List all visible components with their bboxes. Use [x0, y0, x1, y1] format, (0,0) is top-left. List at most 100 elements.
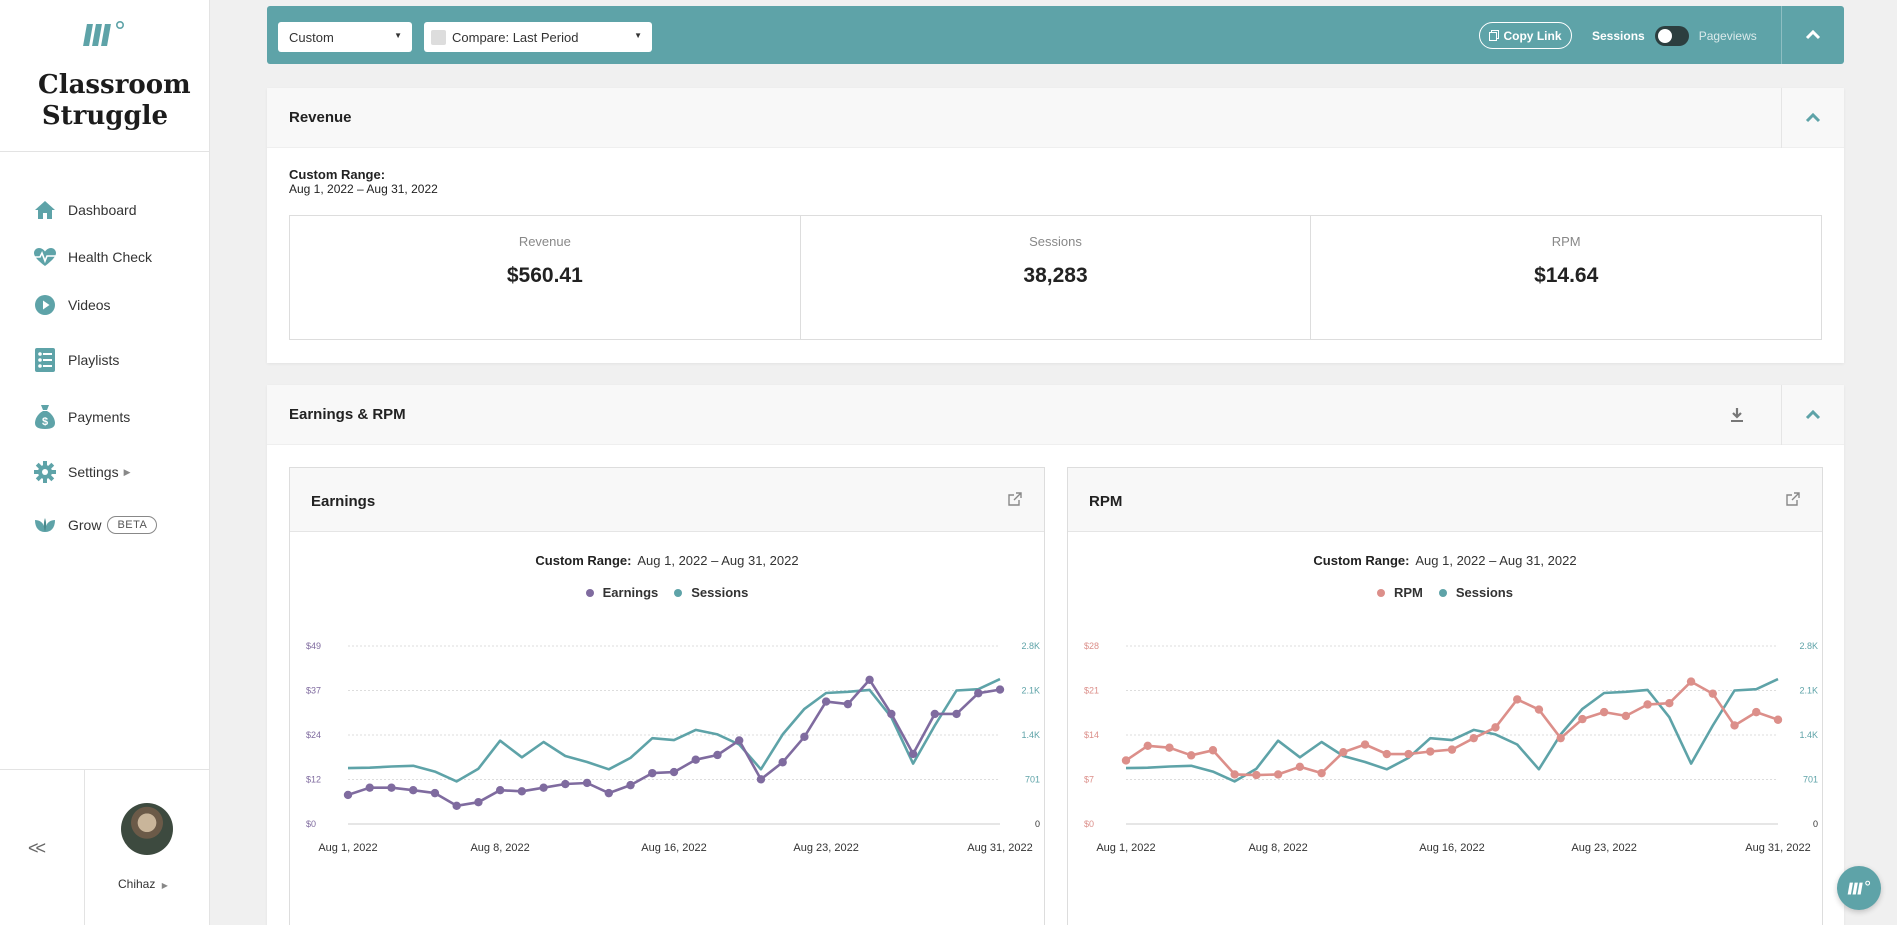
data-point[interactable]: [1556, 733, 1565, 743]
sessions-pageviews-switch[interactable]: [1654, 26, 1689, 46]
data-point[interactable]: [387, 783, 396, 792]
data-point[interactable]: [952, 709, 961, 719]
compare-checkbox[interactable]: [431, 29, 446, 45]
home-icon: [32, 197, 58, 223]
card-title: RPM: [1089, 493, 1123, 510]
legend-dot: [674, 588, 683, 597]
card-header: RPM: [1068, 468, 1822, 532]
data-point[interactable]: [1382, 749, 1391, 759]
data-point[interactable]: [409, 786, 418, 795]
data-point[interactable]: [1121, 756, 1131, 765]
data-point[interactable]: [1491, 723, 1500, 732]
data-point[interactable]: [1273, 770, 1283, 779]
data-point[interactable]: [1208, 746, 1218, 755]
data-point[interactable]: [626, 780, 635, 790]
series-line-sessions: [1125, 677, 1779, 783]
data-point[interactable]: [1469, 733, 1478, 743]
data-point[interactable]: [1230, 770, 1239, 779]
data-point[interactable]: [1578, 714, 1587, 724]
data-point[interactable]: [1187, 751, 1196, 760]
legend-item-rpm[interactable]: RPM: [1377, 585, 1423, 600]
data-point[interactable]: [843, 699, 853, 709]
data-point[interactable]: [974, 689, 983, 698]
switch-knob: [1657, 29, 1672, 43]
data-point[interactable]: [908, 749, 918, 759]
data-point[interactable]: [1426, 747, 1435, 756]
data-point[interactable]: [865, 675, 874, 684]
sidebar-item-health-check[interactable]: Health Check: [32, 242, 152, 272]
data-point[interactable]: [495, 786, 505, 795]
data-point[interactable]: [1643, 700, 1652, 709]
data-point[interactable]: [821, 697, 831, 706]
data-point[interactable]: [1252, 770, 1261, 780]
data-point[interactable]: [1513, 695, 1522, 704]
data-point[interactable]: [474, 798, 483, 807]
metric-revenue: Revenue $560.41: [290, 216, 801, 339]
collapse-earnings-button[interactable]: [1782, 385, 1844, 445]
data-point[interactable]: [517, 787, 527, 796]
download-icon[interactable]: [1727, 405, 1747, 425]
data-point[interactable]: [1752, 707, 1761, 717]
sidebar-item-label: Dashboard: [68, 202, 137, 218]
avatar[interactable]: [121, 803, 173, 855]
collapse-toolbar-button[interactable]: [1782, 6, 1844, 64]
data-point[interactable]: [995, 685, 1005, 694]
sidebar-item-playlists[interactable]: Playlists: [32, 345, 119, 375]
data-point[interactable]: [669, 767, 679, 777]
x-tick-label: Aug 1, 2022: [318, 842, 377, 854]
data-point[interactable]: [1708, 689, 1717, 698]
copy-link-button[interactable]: Copy Link: [1479, 22, 1572, 49]
legend-item-sessions[interactable]: Sessions: [1438, 585, 1513, 600]
sidebar-item-videos[interactable]: Videos: [32, 290, 111, 320]
sidebar-item-settings[interactable]: Settings ▶: [32, 457, 131, 487]
data-point[interactable]: [604, 788, 613, 798]
collapse-sidebar-button[interactable]: <<: [28, 838, 46, 859]
data-point[interactable]: [582, 778, 592, 788]
data-point[interactable]: [1665, 699, 1674, 708]
data-point[interactable]: [930, 709, 939, 719]
user-menu[interactable]: Chihaz ▶: [118, 877, 168, 891]
data-point[interactable]: [800, 732, 809, 742]
data-point[interactable]: [691, 755, 700, 764]
data-point[interactable]: [1534, 705, 1544, 714]
date-range-select[interactable]: Custom ▼: [278, 22, 412, 52]
data-point[interactable]: [1143, 741, 1152, 751]
chart-subtitle: Custom Range: Aug 1, 2022 – Aug 31, 2022: [1068, 553, 1822, 568]
data-point[interactable]: [1165, 743, 1174, 752]
x-tick-label: Aug 23, 2022: [1571, 842, 1636, 854]
data-point[interactable]: [539, 783, 548, 792]
collapse-revenue-button[interactable]: [1782, 88, 1844, 148]
data-point[interactable]: [1295, 762, 1305, 771]
sidebar-item-payments[interactable]: $ Payments: [32, 402, 130, 432]
data-point[interactable]: [1730, 721, 1739, 730]
data-point[interactable]: [452, 801, 461, 811]
data-point[interactable]: [365, 783, 374, 792]
compare-select[interactable]: Compare: Last Period ▼: [424, 22, 652, 52]
data-point[interactable]: [735, 736, 744, 745]
data-point[interactable]: [756, 775, 766, 784]
data-point[interactable]: [713, 750, 722, 760]
legend-item-sessions[interactable]: Sessions: [674, 585, 748, 600]
sidebar-item-dashboard[interactable]: Dashboard: [32, 195, 137, 225]
data-point[interactable]: [1599, 707, 1609, 717]
data-point[interactable]: [778, 758, 787, 767]
sidebar-item-grow[interactable]: Grow BETA: [32, 510, 158, 540]
legend-item-earnings[interactable]: Earnings: [585, 585, 658, 600]
data-point[interactable]: [648, 768, 657, 778]
data-point[interactable]: [430, 788, 440, 798]
external-link-icon[interactable]: [1785, 491, 1801, 507]
external-link-icon[interactable]: [1007, 491, 1023, 507]
data-point[interactable]: [343, 790, 353, 800]
data-point[interactable]: [1317, 768, 1326, 778]
data-point[interactable]: [887, 709, 896, 719]
data-point[interactable]: [561, 779, 570, 789]
data-point[interactable]: [1447, 745, 1457, 754]
data-point[interactable]: [1339, 747, 1348, 757]
data-point[interactable]: [1686, 677, 1696, 686]
data-point[interactable]: [1404, 749, 1413, 759]
help-chat-button[interactable]: [1837, 866, 1881, 910]
data-point[interactable]: [1360, 740, 1370, 749]
data-point[interactable]: [1773, 715, 1783, 724]
data-point[interactable]: [1621, 711, 1631, 721]
y-right-tick-label: 0: [1813, 819, 1818, 829]
